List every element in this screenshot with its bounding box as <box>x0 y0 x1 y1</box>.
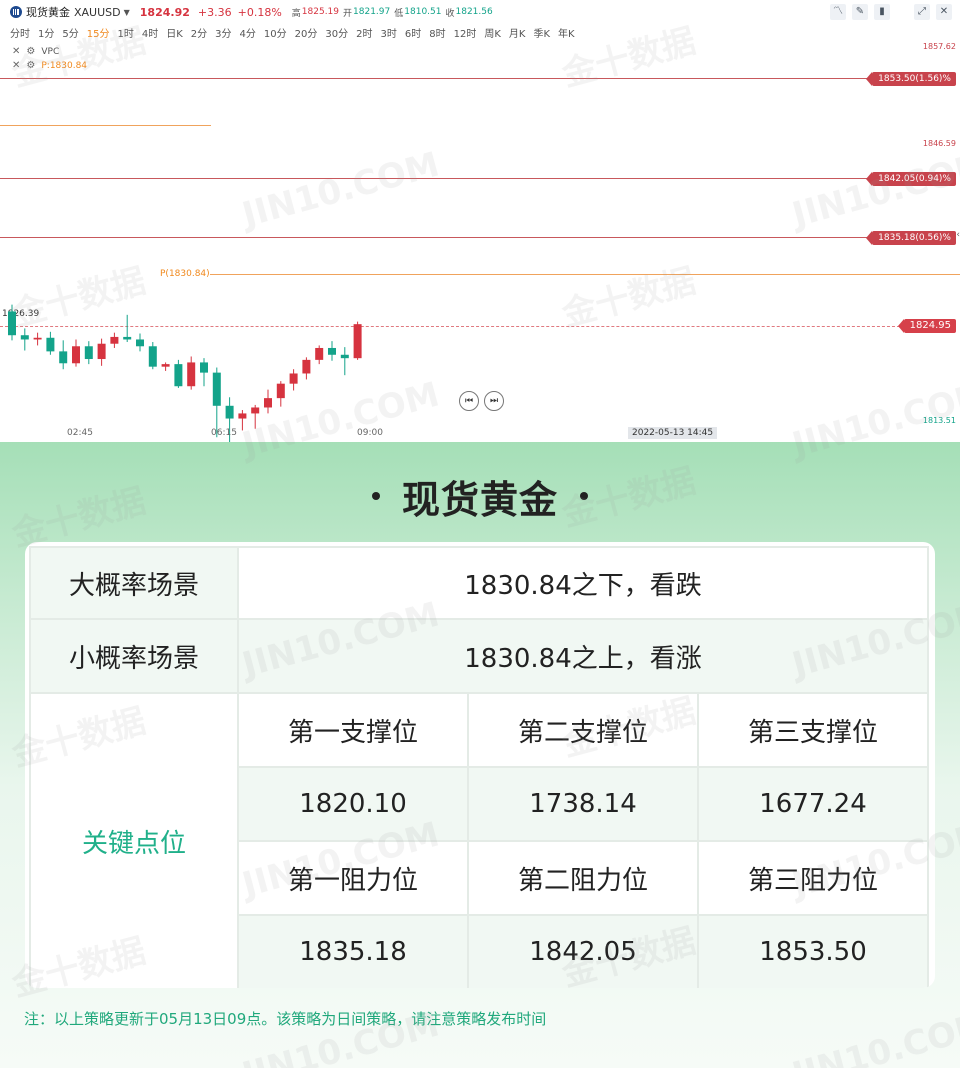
candle-body <box>148 346 157 367</box>
candle-body <box>59 351 68 364</box>
candle-body <box>174 364 183 387</box>
strategy-panel: 现货黄金 大概率场景 1830.84之下，看跌 小概率场景 1830.84之上，… <box>0 442 960 1068</box>
candle-body <box>251 407 260 414</box>
collapse-arrow-icon[interactable]: ‹ <box>956 230 960 240</box>
candle-body <box>264 398 272 408</box>
bullet-dot <box>371 492 380 500</box>
strategy-card: 大概率场景 1830.84之下，看跌 小概率场景 1830.84之上，看涨 关键… <box>25 542 935 988</box>
time-tick: 02:45 <box>67 428 93 438</box>
strategy-table: 大概率场景 1830.84之下，看跌 小概率场景 1830.84之上，看涨 关键… <box>29 546 929 988</box>
candle-body <box>340 354 349 359</box>
candle-body <box>212 372 221 406</box>
support-value: 1738.14 <box>467 766 699 842</box>
scenario-high-label: 大概率场景 <box>29 546 239 620</box>
crosshair-time: 2022-05-13 14:45 <box>628 427 718 439</box>
resistance-value: 1853.50 <box>697 914 929 988</box>
resistance-label: 第二阻力位 <box>467 840 699 916</box>
resistance-value: 1842.05 <box>467 914 699 988</box>
candle-body <box>20 335 29 340</box>
table-row: 小概率场景 1830.84之上，看涨 <box>29 618 929 694</box>
candlestick-series <box>8 304 362 442</box>
scenario-low-value: 1830.84之上，看涨 <box>237 618 929 694</box>
candle-body <box>123 336 132 340</box>
candle-body <box>33 337 42 340</box>
candle-body <box>187 362 196 387</box>
candle-body <box>8 311 16 336</box>
key-levels-label: 关键点位 <box>29 692 239 988</box>
candle-body <box>225 405 234 419</box>
time-axis: 02:45 06:15 09:00 <box>0 425 960 442</box>
support-label: 第二支撑位 <box>467 692 699 768</box>
support-label: 第一支撑位 <box>237 692 469 768</box>
scroll-right-button[interactable]: ⏭ <box>484 391 504 411</box>
candle-body <box>84 346 93 360</box>
time-tick: 09:00 <box>357 428 383 438</box>
candle-body <box>315 347 324 360</box>
candle-body <box>136 339 144 347</box>
candle-body <box>276 383 285 399</box>
candle-body <box>328 347 336 355</box>
resistance-value: 1835.18 <box>237 914 469 988</box>
candle-body <box>353 324 362 359</box>
candle-body <box>302 359 311 374</box>
table-row: 关键点位 第一支撑位 第二支撑位 第三支撑位 <box>29 692 929 988</box>
candle-body <box>72 346 80 364</box>
candle-body <box>200 362 208 373</box>
candle-body <box>238 413 247 419</box>
support-value: 1820.10 <box>237 766 469 842</box>
candle-body <box>46 337 55 352</box>
strategy-header: 现货黄金 <box>0 472 960 522</box>
strategy-note: 注：以上策略更新于05月13日09点。该策略为日间策略，请注意策略发布时间 <box>24 1010 547 1028</box>
scroll-left-button[interactable]: ⏮ <box>459 391 479 411</box>
resistance-label: 第三阻力位 <box>697 840 929 916</box>
price-chart[interactable]: 现货黄金 XAUUSD ▼ 1824.92 +3.36 +0.18% 高 1825… <box>0 0 960 442</box>
support-label: 第三支撑位 <box>697 692 929 768</box>
candle-body <box>289 373 298 384</box>
bullet-dot <box>580 492 588 500</box>
scenario-high-value: 1830.84之下，看跌 <box>237 546 929 620</box>
candle-body <box>110 336 119 344</box>
resistance-label: 第一阻力位 <box>237 840 469 916</box>
strategy-title: 现货黄金 <box>401 477 558 522</box>
candle-body <box>97 343 106 360</box>
support-value: 1677.24 <box>697 766 929 842</box>
candle-body <box>161 364 170 367</box>
table-row: 大概率场景 1830.84之下，看跌 <box>29 546 929 620</box>
time-tick: 06:15 <box>211 428 237 438</box>
scenario-low-label: 小概率场景 <box>29 618 239 694</box>
